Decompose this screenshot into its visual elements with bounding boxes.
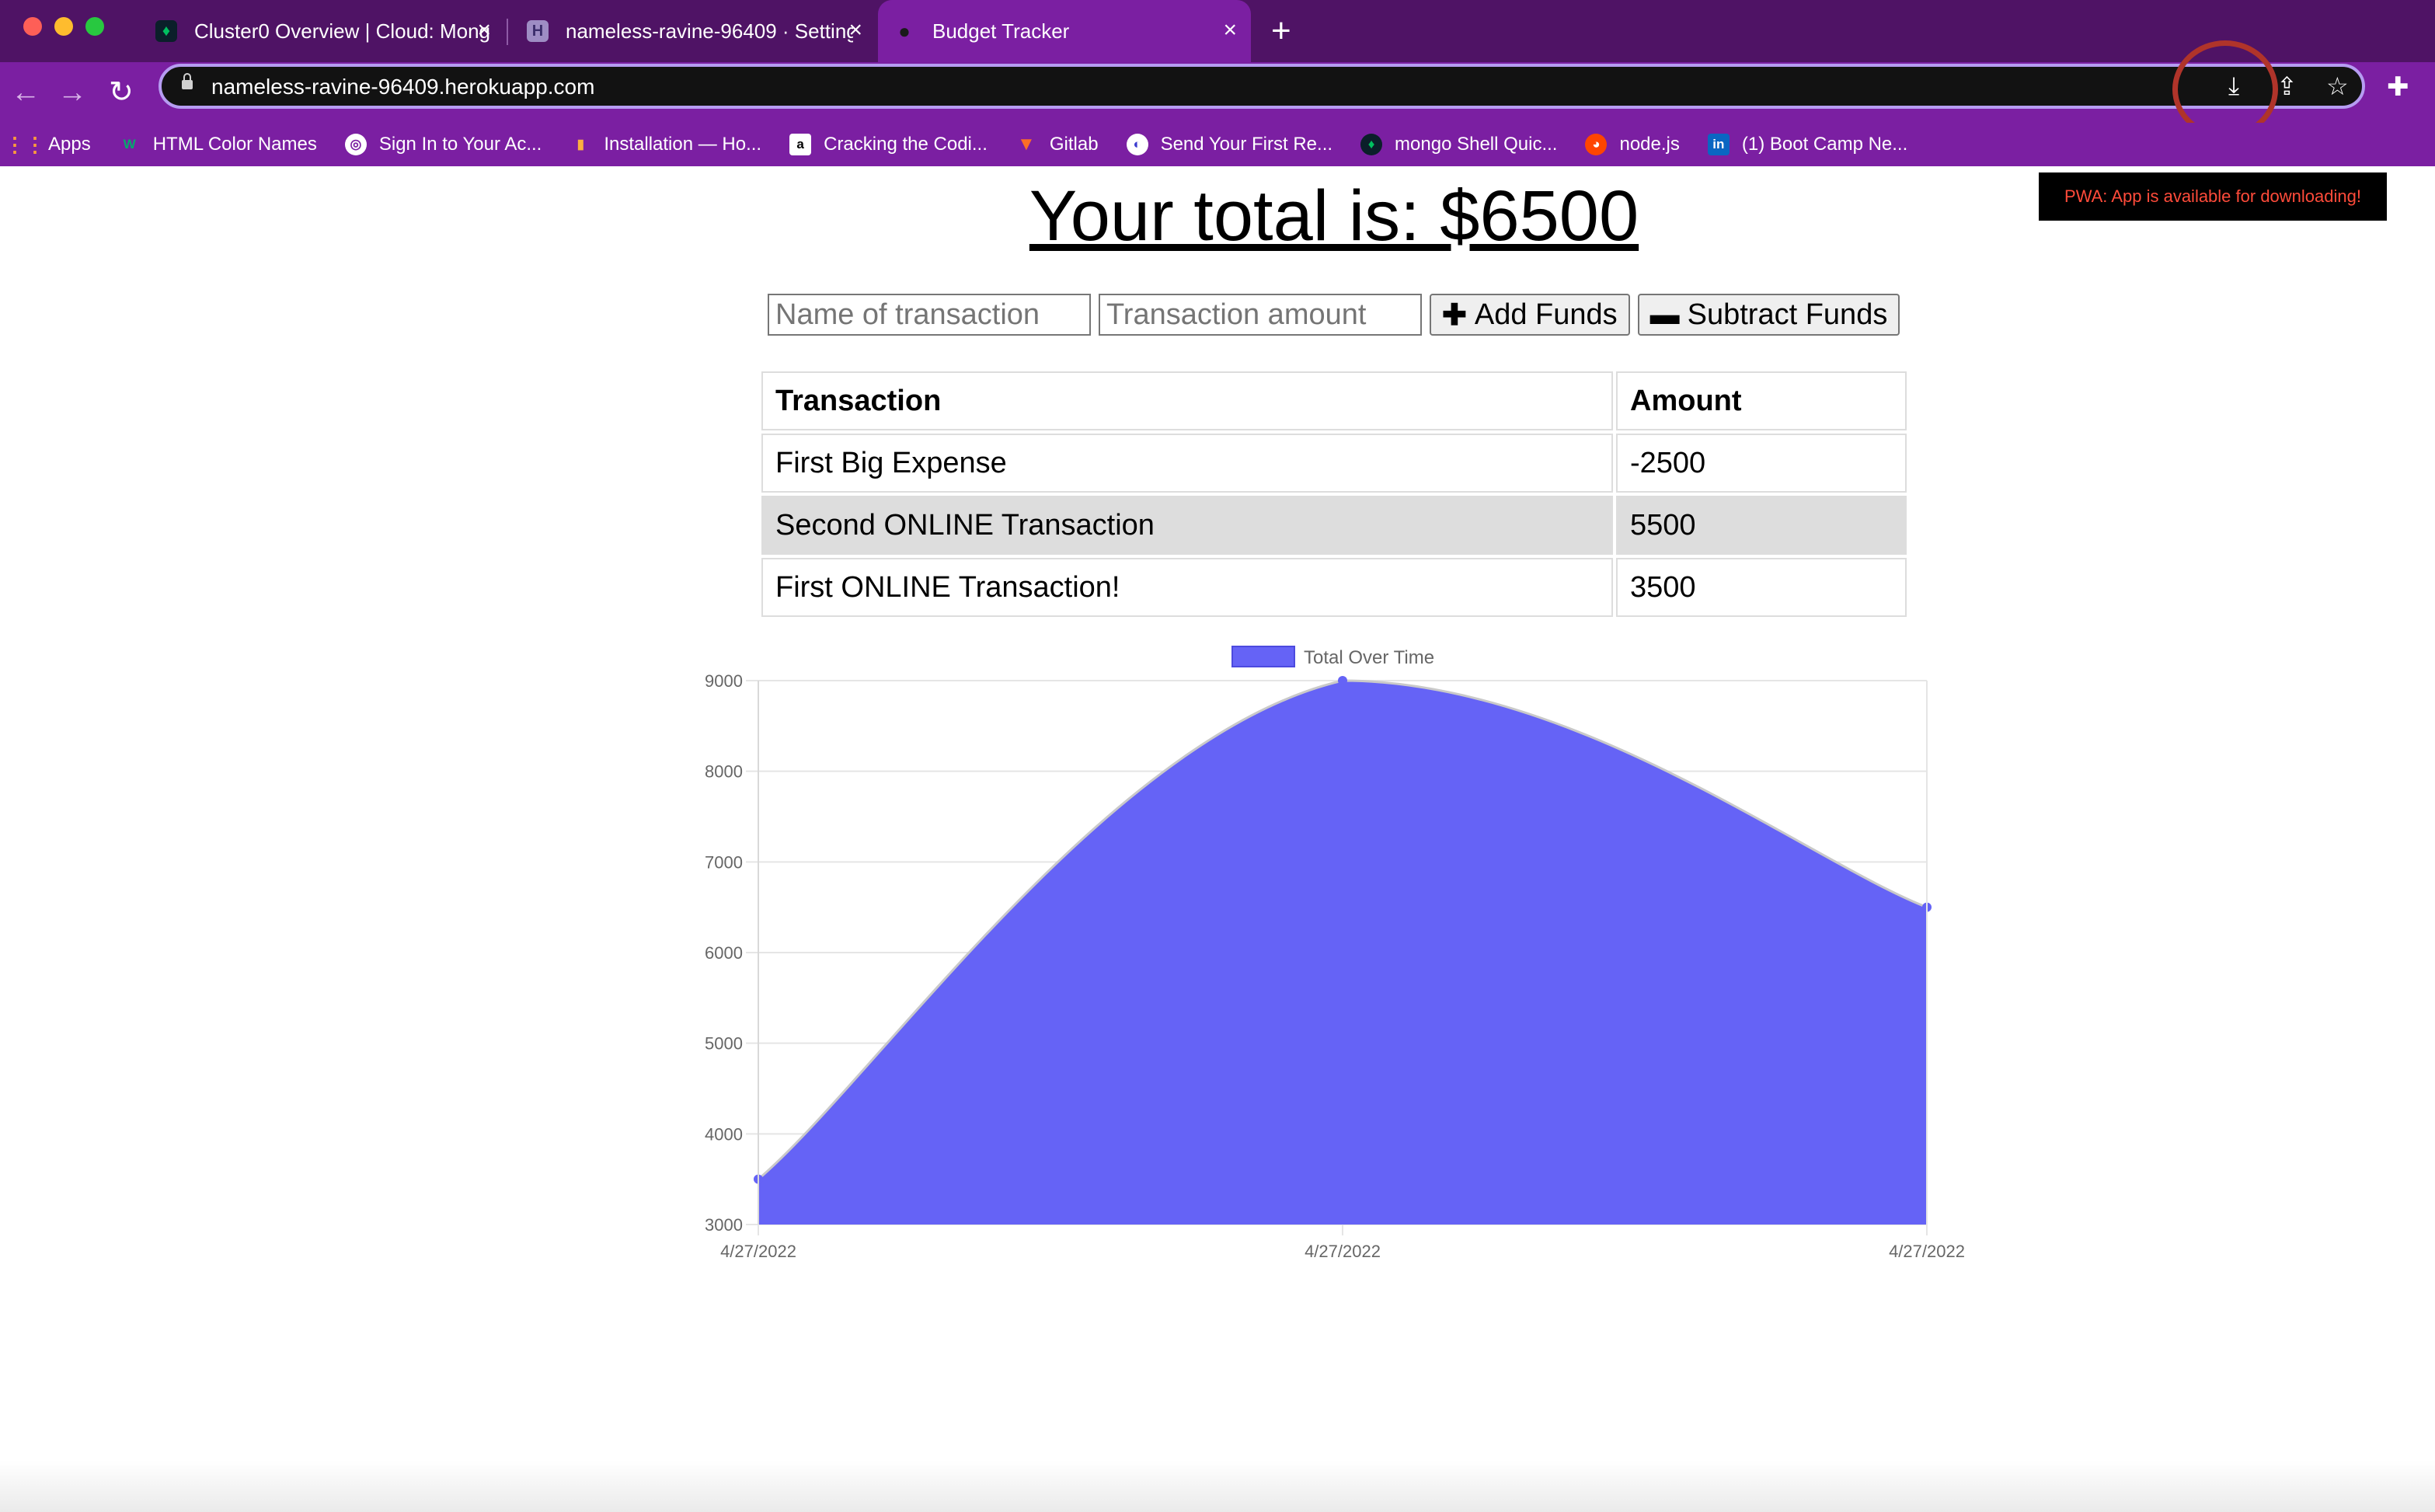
table-cell-name: First ONLINE Transaction! bbox=[761, 558, 1613, 617]
url-text: nameless-ravine-96409.herokuapp.com bbox=[211, 75, 595, 99]
y-tick-label: 8000 bbox=[705, 762, 743, 782]
table-header-amount: Amount bbox=[1616, 371, 1907, 430]
transaction-amount-input[interactable] bbox=[1099, 294, 1422, 336]
reddit-icon: ◕ bbox=[1585, 134, 1608, 155]
total-over-time-chart: 9000 8000 7000 6000 5000 4000 3000 4/27/2022 4/2… bbox=[0, 637, 2435, 1274]
postman-icon: ◐ bbox=[1126, 134, 1148, 155]
homebrew-icon: ▮ bbox=[577, 137, 585, 152]
forward-arrow-icon[interactable]: → bbox=[57, 73, 87, 112]
y-tick-label: 4000 bbox=[705, 1124, 743, 1144]
bookmark-apps[interactable]: ⋮⋮ Apps bbox=[5, 132, 91, 156]
table-row: First Big Expense -2500 bbox=[761, 434, 1907, 493]
x-tick-label: 4/27/2022 bbox=[1889, 1242, 1965, 1261]
bookmark-star-icon[interactable]: ☆ bbox=[2326, 71, 2349, 101]
bookmark-label: (1) Boot Camp Ne... bbox=[1741, 134, 1908, 155]
heroku-icon: H bbox=[527, 20, 549, 42]
share-icon[interactable]: ⇪ bbox=[2276, 71, 2297, 101]
bookmark-sign-in[interactable]: ◎ Sign In to Your Ac... bbox=[344, 134, 542, 155]
bookmark-installation-homebrew[interactable]: ▮ Installation — Ho... bbox=[570, 134, 761, 155]
page-title: Your total is: $6500 bbox=[1029, 176, 1639, 256]
tab-label: Cluster0 Overview | Cloud: MongoDB Cloud bbox=[194, 19, 489, 43]
mongodb-leaf-icon: ♦ bbox=[1360, 134, 1383, 155]
legend-swatch bbox=[1231, 646, 1295, 667]
money-bag-icon: ● bbox=[898, 19, 911, 43]
bookmark-gitlab[interactable]: ▼ Gitlab bbox=[1015, 134, 1099, 155]
tab-budget-tracker[interactable]: ● Budget Tracker × bbox=[878, 0, 1251, 62]
table-cell-amount: 3500 bbox=[1616, 558, 1907, 617]
y-tick-label: 6000 bbox=[705, 943, 743, 963]
close-tab-icon[interactable]: × bbox=[848, 19, 862, 42]
apps-grid-icon: ⋮⋮ bbox=[5, 132, 45, 156]
bookmark-mongo-shell[interactable]: ♦ mongo Shell Quic... bbox=[1360, 134, 1557, 155]
transaction-name-input[interactable] bbox=[768, 294, 1091, 336]
transactions-table: Transaction Amount First Big Expense -25… bbox=[758, 368, 1910, 620]
subtract-funds-button[interactable]: ▬ Subtract Funds bbox=[1637, 294, 1900, 336]
table-cell-amount: -2500 bbox=[1616, 434, 1907, 493]
y-tick-label: 7000 bbox=[705, 852, 743, 872]
extensions-puzzle-icon[interactable]: ✚ bbox=[2387, 71, 2409, 103]
legend-label: Total Over Time bbox=[1304, 647, 1434, 668]
table-row: Second ONLINE Transaction 5500 bbox=[761, 496, 1907, 555]
bookmark-label: Apps bbox=[48, 134, 91, 155]
x-tick-label: 4/27/2022 bbox=[720, 1242, 796, 1261]
close-tab-icon[interactable]: × bbox=[1223, 19, 1237, 42]
bookmark-label: Gitlab bbox=[1049, 134, 1099, 155]
w3-icon: W bbox=[123, 137, 136, 152]
add-funds-button[interactable]: ✚ Add Funds bbox=[1430, 294, 1630, 336]
table-row: First ONLINE Transaction! 3500 bbox=[761, 558, 1907, 617]
bookmark-label: mongo Shell Quic... bbox=[1395, 134, 1558, 155]
lock-icon bbox=[182, 73, 193, 89]
tab-separator bbox=[507, 19, 508, 45]
bookmark-label: HTML Color Names bbox=[152, 134, 317, 155]
tab-label: nameless-ravine-96409 · Settings bbox=[566, 19, 853, 43]
page-bottom-shadow bbox=[0, 1461, 2435, 1512]
mongodb-leaf-icon: ♦ bbox=[155, 20, 177, 42]
gitlab-icon: ▼ bbox=[1016, 134, 1036, 155]
transaction-form: ✚ Add Funds ▬ Subtract Funds bbox=[768, 294, 1907, 336]
table-cell-amount: 5500 bbox=[1616, 496, 1907, 555]
bookmark-label: node.js bbox=[1619, 134, 1680, 155]
tab-label: Budget Tracker bbox=[932, 19, 1070, 43]
chart-svg: 9000 8000 7000 6000 5000 4000 3000 4/27/2022 4/2… bbox=[705, 646, 1965, 1261]
table-cell-name: First Big Expense bbox=[761, 434, 1613, 493]
y-tick-label: 9000 bbox=[705, 671, 743, 691]
bookmark-label: Sign In to Your Ac... bbox=[378, 134, 542, 155]
reload-icon[interactable]: ↻ bbox=[109, 73, 134, 112]
y-tick-label: 3000 bbox=[705, 1215, 743, 1235]
bookmarks-bar: ⋮⋮ Apps W HTML Color Names ◎ Sign In to … bbox=[0, 123, 2435, 166]
bookmark-cracking-the-coding[interactable]: a Cracking the Codi... bbox=[789, 134, 988, 155]
table-header-row: Transaction Amount bbox=[761, 371, 1907, 430]
table-cell-name: Second ONLINE Transaction bbox=[761, 496, 1613, 555]
close-window-button[interactable] bbox=[23, 17, 42, 36]
y-tick-label: 5000 bbox=[705, 1034, 743, 1054]
minus-icon: ▬ bbox=[1649, 298, 1680, 331]
back-arrow-icon[interactable]: ← bbox=[11, 73, 40, 112]
close-tab-icon[interactable]: × bbox=[477, 19, 491, 42]
amazon-icon: a bbox=[789, 134, 812, 155]
bookmark-boot-camp[interactable]: in (1) Boot Camp Ne... bbox=[1707, 134, 1908, 155]
tab-strip: ♦ Cluster0 Overview | Cloud: MongoDB Clo… bbox=[0, 0, 2435, 62]
globe-icon: ◎ bbox=[344, 134, 367, 155]
subtract-funds-label: Subtract Funds bbox=[1687, 298, 1888, 331]
plus-icon: ✚ bbox=[1442, 298, 1467, 332]
x-tick-label: 4/27/2022 bbox=[1305, 1242, 1381, 1261]
minimize-window-button[interactable] bbox=[54, 17, 73, 36]
bookmark-label: Installation — Ho... bbox=[604, 134, 762, 155]
bookmark-label: Cracking the Codi... bbox=[824, 134, 988, 155]
maximize-window-button[interactable] bbox=[85, 17, 104, 36]
new-tab-button[interactable]: + bbox=[1271, 14, 1291, 48]
bookmark-nodejs[interactable]: ◕ node.js bbox=[1585, 134, 1680, 155]
bookmark-send-first-request[interactable]: ◐ Send Your First Re... bbox=[1126, 134, 1333, 155]
address-bar[interactable]: nameless-ravine-96409.herokuapp.com ⤓ ⇪ … bbox=[159, 64, 2365, 109]
bookmark-label: Send Your First Re... bbox=[1160, 134, 1333, 155]
tab-heroku-settings[interactable]: H nameless-ravine-96409 · Settings × bbox=[511, 0, 876, 62]
table-header-transaction: Transaction bbox=[761, 371, 1613, 430]
add-funds-label: Add Funds bbox=[1474, 298, 1618, 331]
tab-mongodb-cloud[interactable]: ♦ Cluster0 Overview | Cloud: MongoDB Clo… bbox=[140, 0, 505, 62]
bookmark-html-color-names[interactable]: W HTML Color Names bbox=[119, 134, 317, 155]
linkedin-icon: in bbox=[1707, 134, 1730, 155]
data-point bbox=[1338, 676, 1347, 685]
